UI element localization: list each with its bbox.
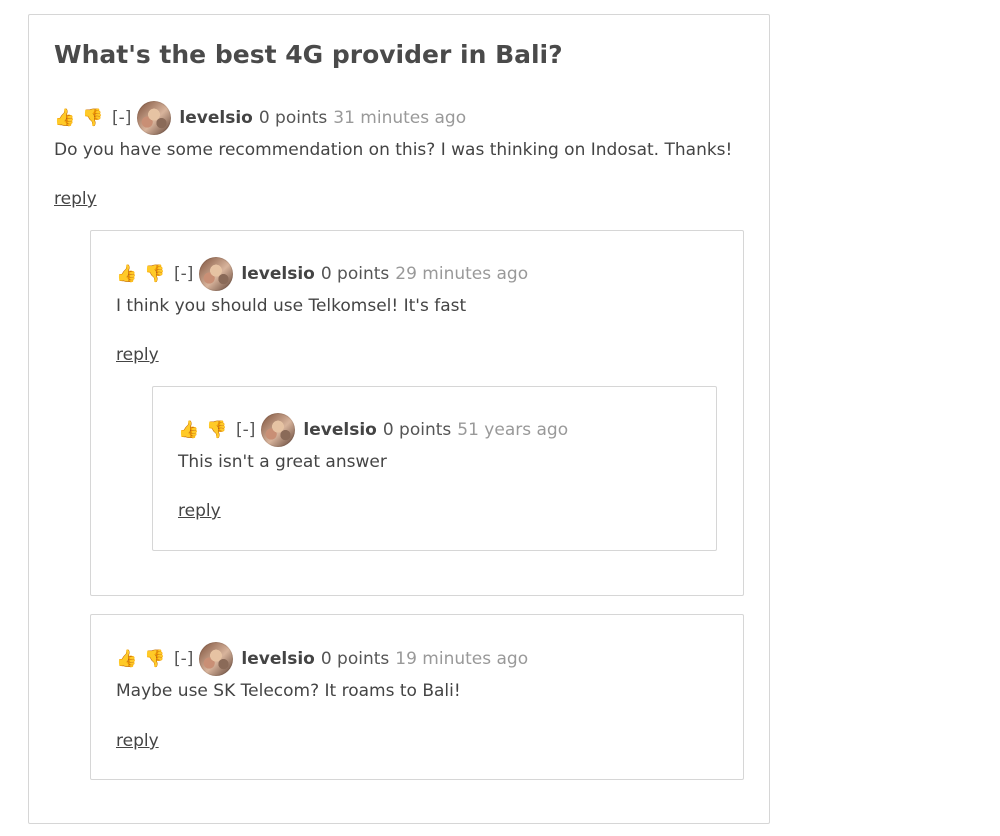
comment-text: I think you should use Telkomsel! It's f… [116, 296, 467, 316]
username[interactable]: levelsio [179, 108, 252, 128]
collapse-toggle[interactable]: [-] [236, 420, 255, 440]
comment-meta: 👍 👎 [-] levelsio 0 points 51 years ago [178, 413, 568, 447]
thumbs-down-icon[interactable]: 👎 [144, 650, 165, 668]
avatar [199, 257, 234, 291]
avatar [199, 642, 234, 676]
username[interactable]: levelsio [303, 420, 376, 440]
points: 0 points [382, 420, 452, 440]
thumbs-up-icon[interactable]: 👍 [178, 421, 199, 439]
comment-text: Do you have some recommendation on this?… [54, 140, 733, 160]
timestamp: 19 minutes ago [395, 649, 529, 669]
username[interactable]: levelsio [241, 649, 314, 669]
comment-meta: 👍 👎 [-] levelsio 0 points 31 minutes ago [54, 101, 466, 135]
comment-text: This isn't a great answer [178, 452, 387, 472]
username[interactable]: levelsio [241, 264, 314, 284]
points: 0 points [320, 649, 390, 669]
points: 0 points [320, 264, 390, 284]
thumbs-down-icon[interactable]: 👎 [144, 265, 165, 283]
thumbs-down-icon[interactable]: 👎 [206, 421, 227, 439]
timestamp: 29 minutes ago [395, 264, 529, 284]
thumbs-down-icon[interactable]: 👎 [82, 109, 103, 127]
avatar [261, 413, 296, 447]
collapse-toggle[interactable]: [-] [174, 264, 193, 284]
collapse-toggle[interactable]: [-] [174, 649, 193, 669]
reply-link[interactable]: reply [178, 501, 221, 521]
comment-text: Maybe use SK Telecom? It roams to Bali! [116, 681, 461, 701]
avatar [137, 101, 172, 135]
comment-meta: 👍 👎 [-] levelsio 0 points 19 minutes ago [116, 642, 528, 676]
thread-title: What's the best 4G provider in Bali? [54, 40, 563, 69]
thumbs-up-icon[interactable]: 👍 [54, 109, 75, 127]
reply-link[interactable]: reply [54, 189, 97, 209]
collapse-toggle[interactable]: [-] [112, 108, 131, 128]
reply-link[interactable]: reply [116, 345, 159, 365]
reply-link[interactable]: reply [116, 731, 159, 751]
timestamp: 31 minutes ago [333, 108, 467, 128]
thumbs-up-icon[interactable]: 👍 [116, 650, 137, 668]
points: 0 points [258, 108, 328, 128]
comment-meta: 👍 👎 [-] levelsio 0 points 29 minutes ago [116, 257, 528, 291]
timestamp: 51 years ago [457, 420, 569, 440]
thumbs-up-icon[interactable]: 👍 [116, 265, 137, 283]
